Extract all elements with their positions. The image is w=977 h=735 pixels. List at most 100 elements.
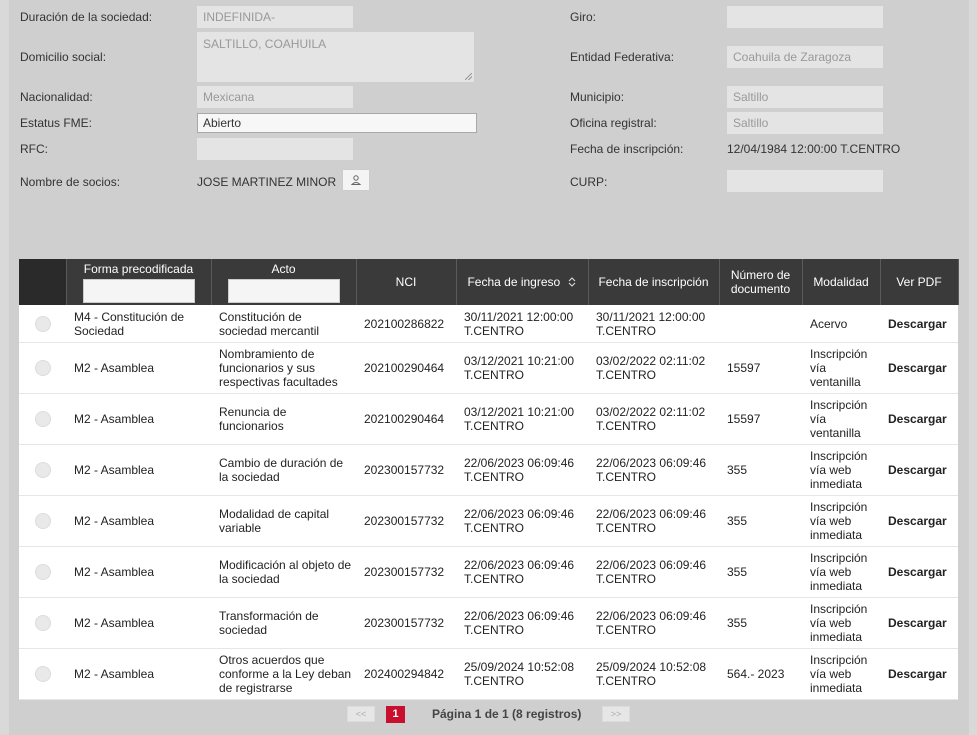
cell-modalidad: Inscripción vía ventanilla: [802, 342, 880, 394]
pdf-column-header: Ver PDF: [880, 259, 959, 305]
cell-pdf[interactable]: Descargar: [880, 495, 958, 547]
cell-forma: M2 - Asamblea: [66, 444, 211, 496]
forma-filter-input[interactable]: [82, 278, 195, 303]
cell-pdf[interactable]: Descargar: [880, 393, 958, 445]
row-radio[interactable]: [34, 462, 51, 478]
fecha-inscripcion-value: 12/04/1984 12:00:00 T.CENTRO: [727, 142, 901, 156]
table-row: M2 - Asamblea Nombramiento de funcionario…: [19, 342, 958, 394]
cell-pdf[interactable]: Descargar: [880, 597, 958, 649]
cell-nci: 202300157732: [356, 546, 456, 598]
rfc-field[interactable]: [197, 138, 353, 160]
cell-pdf[interactable]: Descargar: [880, 648, 958, 700]
estatus-field[interactable]: Abierto: [197, 113, 477, 133]
cell-inscripcion: 22/06/2023 06:09:46 T.CENTRO: [588, 495, 719, 547]
duracion-field[interactable]: INDEFINIDA-: [197, 6, 353, 28]
cell-pdf[interactable]: Descargar: [880, 546, 958, 598]
fecha-inscripcion-header-label: Fecha de inscripción: [598, 275, 709, 289]
oficina-field[interactable]: Saltillo: [727, 112, 883, 134]
row-radio[interactable]: [34, 615, 51, 631]
acto-filter-input[interactable]: [227, 278, 340, 303]
row-select-cell: [19, 393, 66, 445]
view-socio-button[interactable]: [342, 169, 370, 191]
row-radio[interactable]: [34, 315, 51, 332]
cell-inscripcion: 25/09/2024 10:52:08 T.CENTRO: [588, 648, 719, 700]
domicilio-value: SALTILLO, COAHUILA: [203, 37, 327, 51]
cell-modalidad: Inscripción vía web inmediata: [802, 495, 880, 547]
cell-forma: M2 - Asamblea: [66, 495, 211, 547]
nacionalidad-label: Nacionalidad:: [20, 90, 93, 104]
table-row: M2 - Asamblea Renuncia de funcionarios 202…: [19, 393, 958, 445]
cell-acto: Modificación al objeto de la sociedad: [211, 546, 356, 598]
cell-acto: Cambio de duración de la sociedad: [211, 444, 356, 496]
row-select-cell: [19, 648, 66, 700]
cell-forma: M2 - Asamblea: [66, 342, 211, 394]
pagination: << 1 Página 1 de 1 (8 registros) >>: [0, 706, 977, 724]
cell-acto: Nombramiento de funcionarios y sus respe…: [211, 342, 356, 394]
row-radio[interactable]: [34, 666, 51, 682]
forma-column-header: Forma precodificada: [66, 259, 212, 305]
cell-acto: Otros acuerdos que conforme a la Ley deb…: [211, 648, 356, 700]
cell-nci: 202300157732: [356, 444, 456, 496]
giro-field[interactable]: [727, 6, 883, 28]
domicilio-textarea[interactable]: SALTILLO, COAHUILA: [197, 32, 474, 82]
row-radio[interactable]: [34, 360, 51, 376]
duracion-label: Duración de la sociedad:: [20, 10, 153, 24]
resize-handle-icon[interactable]: [465, 73, 472, 80]
cell-nci: 202400294842: [356, 648, 456, 700]
row-select-cell: [19, 495, 66, 547]
cell-numero: 564.- 2023: [719, 648, 802, 700]
curp-field[interactable]: [727, 170, 883, 192]
cell-ingreso: 03/12/2021 10:21:00 T.CENTRO: [456, 342, 588, 394]
cell-inscripcion: 22/06/2023 06:09:46 T.CENTRO: [588, 597, 719, 649]
socios-value: JOSE MARTINEZ MINOR: [197, 175, 337, 189]
prev-page-button[interactable]: <<: [347, 706, 375, 722]
cell-pdf[interactable]: Descargar: [880, 342, 958, 394]
current-page-button[interactable]: 1: [386, 706, 405, 723]
cell-nci: 202300157732: [356, 495, 456, 547]
numero-header-label: Número de documento: [730, 268, 791, 296]
municipio-field[interactable]: Saltillo: [727, 86, 883, 108]
next-page-button[interactable]: >>: [602, 706, 630, 722]
row-radio[interactable]: [34, 411, 51, 427]
page-info: Página 1 de 1 (8 registros): [432, 707, 582, 721]
fecha-ingreso-header-label: Fecha de ingreso: [467, 275, 561, 289]
nci-header-label: NCI: [395, 275, 417, 289]
cell-numero: 355: [719, 597, 802, 649]
modalidad-column-header[interactable]: Modalidad: [802, 259, 881, 305]
table-header-row: Forma precodificada Acto NCI Fecha de in…: [19, 259, 959, 305]
cell-acto: Modalidad de capital variable: [211, 495, 356, 547]
cell-ingreso: 03/12/2021 10:21:00 T.CENTRO: [456, 393, 588, 445]
row-select-cell: [19, 546, 66, 598]
cell-numero: 15597: [719, 393, 802, 445]
table-row: M2 - Asamblea Modalidad de capital variab…: [19, 495, 958, 547]
cell-pdf[interactable]: Descargar: [880, 305, 958, 343]
fecha-ingreso-column-header[interactable]: Fecha de ingreso: [456, 259, 589, 305]
forma-header-label: Forma precodificada: [83, 261, 194, 276]
cell-numero: 355: [719, 444, 802, 496]
row-radio[interactable]: [34, 564, 51, 580]
table-row: M2 - Asamblea Modificación al objeto de l…: [19, 546, 958, 598]
table-row: M2 - Asamblea Cambio de duración de la so…: [19, 444, 958, 496]
entidad-field[interactable]: Coahuila de Zaragoza: [727, 46, 883, 68]
user-icon: [350, 175, 362, 185]
numero-column-header[interactable]: Número de documento: [719, 259, 803, 305]
estatus-label: Estatus FME:: [20, 116, 93, 130]
row-radio[interactable]: [34, 513, 51, 529]
cell-ingreso: 30/11/2021 12:00:00 T.CENTRO: [456, 305, 588, 343]
cell-acto: Constitución de sociedad mercantil: [211, 305, 356, 343]
table-row: M2 - Asamblea Otros acuerdos que conforme…: [19, 648, 958, 700]
sort-icon[interactable]: [567, 277, 577, 287]
cell-pdf[interactable]: Descargar: [880, 444, 958, 496]
nacionalidad-field[interactable]: Mexicana: [197, 86, 353, 108]
cell-inscripcion: 30/11/2021 12:00:00 T.CENTRO: [588, 305, 719, 343]
cell-numero: 355: [719, 495, 802, 547]
nci-column-header[interactable]: NCI: [356, 259, 457, 305]
cell-modalidad: Inscripción vía web inmediata: [802, 648, 880, 700]
cell-inscripcion: 22/06/2023 06:09:46 T.CENTRO: [588, 444, 719, 496]
cell-forma: M2 - Asamblea: [66, 597, 211, 649]
fecha-inscripcion-column-header[interactable]: Fecha de inscripción: [588, 259, 720, 305]
cell-modalidad: Inscripción vía web inmediata: [802, 444, 880, 496]
cell-ingreso: 22/06/2023 06:09:46 T.CENTRO: [456, 495, 588, 547]
entidad-label: Entidad Federativa:: [570, 50, 675, 64]
cell-acto: Transformación de sociedad: [211, 597, 356, 649]
